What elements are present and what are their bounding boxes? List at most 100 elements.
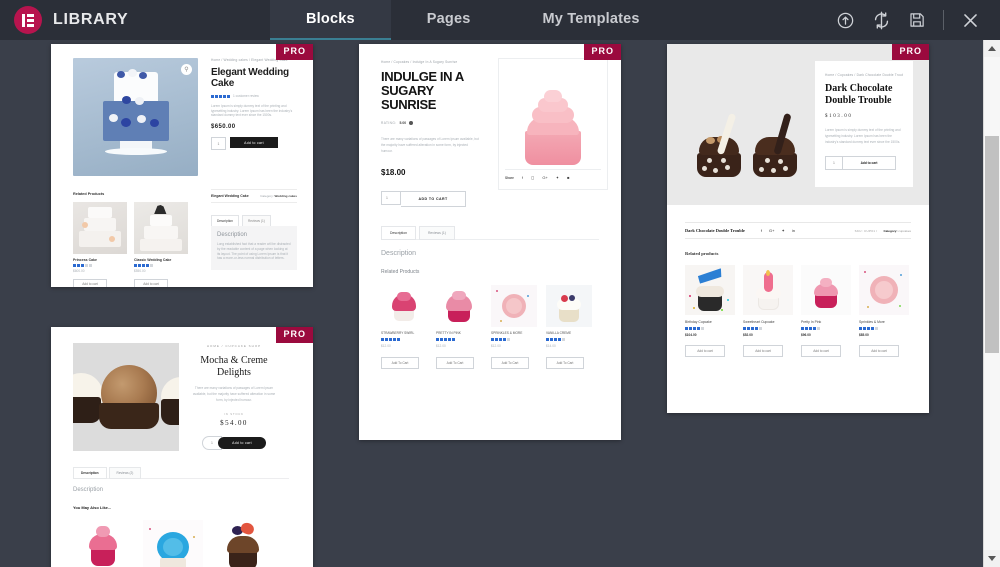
google-plus-icon[interactable]: G+: [542, 175, 547, 180]
twitter-icon[interactable]: ✦: [781, 228, 784, 233]
related-add-to-cart-button[interactable]: Add To Cart: [436, 356, 474, 369]
add-to-cart-button[interactable]: Add to cart: [843, 156, 896, 171]
template-card-mocha-and-creme-delights[interactable]: PRO HOME / CUPCAKE SHOP Mocha & Creme De…: [51, 327, 313, 567]
tab-description[interactable]: Description: [381, 226, 416, 240]
template-preview: Home / Cupcakes / Indulge In A Sugary Su…: [359, 44, 621, 440]
related-product-title: PRETTY IN PINK: [436, 331, 461, 335]
tab-description[interactable]: Description: [73, 467, 107, 479]
zoom-image-icon[interactable]: ⚲: [181, 64, 192, 75]
related-product-item[interactable]: Classic Wedding Cake $550.00 Add to cart: [134, 202, 188, 287]
facebook-icon[interactable]: f: [522, 175, 523, 180]
google-plus-icon[interactable]: G+: [769, 228, 774, 233]
related-add-to-cart-button[interactable]: Add to cart: [685, 345, 725, 357]
tab-reviews[interactable]: Reviews (1): [418, 226, 455, 240]
section-heading: Description: [73, 487, 104, 493]
related-add-to-cart-button[interactable]: Add to cart: [859, 345, 899, 357]
related-product-item[interactable]: Sprinkles & More $85.00 Add to cart: [859, 265, 909, 357]
product-title: INDULGE IN A SUGARY SUNRISE: [381, 69, 464, 112]
related-product-price: $14.00: [546, 344, 556, 348]
linkedin-icon[interactable]: in: [792, 228, 795, 233]
product-hero-image: ⚲: [73, 58, 198, 176]
library-tabs: Blocks Pages My Templates: [270, 0, 676, 40]
twitter-icon[interactable]: ✦: [556, 175, 559, 180]
scrollbar-track[interactable]: [984, 57, 1000, 550]
related-add-to-cart-button[interactable]: Add to cart: [801, 345, 841, 357]
related-add-to-cart-button[interactable]: Add To Cart: [491, 356, 529, 369]
product-hero-image: [73, 343, 179, 451]
tab-description[interactable]: Description: [211, 215, 239, 226]
related-product-title: STRAWBERRY SWIRL: [381, 331, 415, 335]
rating-label: RATING:: [381, 121, 397, 125]
wedding-cake-illustration: [97, 69, 175, 164]
product-title: Elegant Wedding Cake: [211, 67, 289, 89]
related-product-item[interactable]: Sweetheart Cupcake $52.00 Add to cart: [743, 265, 793, 357]
product-meta-title: Elegant Wedding Cake: [211, 194, 249, 198]
quantity-stepper[interactable]: 1: [211, 137, 226, 151]
related-product-item[interactable]: VANILLA CREME $14.00 Add To Cart: [546, 285, 592, 369]
instagram-icon[interactable]: ◻: [531, 175, 534, 180]
quantity-stepper[interactable]: 1: [825, 156, 843, 171]
template-preview: ⚲ Home / Wedding cakes / Elegant Wedding…: [51, 44, 313, 287]
vertical-scrollbar[interactable]: [983, 40, 1000, 567]
related-product-item[interactable]: STRAWBERRY SWIRL $12.00 Add To Cart: [381, 285, 427, 369]
related-product-price: $104.00: [685, 333, 697, 337]
tab-reviews[interactable]: Reviews (1): [241, 215, 271, 226]
chocolate-cupcake-left: [693, 112, 745, 177]
tab-my-templates[interactable]: My Templates: [506, 0, 675, 40]
related-product-item[interactable]: [73, 520, 133, 567]
related-product-title: SPRINKLES & MORE: [491, 331, 523, 335]
add-to-cart-button[interactable]: ADD TO CART: [401, 191, 466, 208]
product-price: $650.00: [211, 124, 236, 131]
product-meta: Elegant Wedding Cake Category: Wedding c…: [211, 189, 297, 271]
templates-grid-area[interactable]: PRO ⚲ Home / Wedding cakes / Elegant Wed…: [0, 40, 983, 567]
scroll-down-arrow-icon[interactable]: [984, 550, 1000, 567]
related-product-item[interactable]: [143, 520, 203, 567]
related-product-item[interactable]: Princess Cake $600.00 Add to cart: [73, 202, 127, 287]
quantity-stepper[interactable]: 1: [381, 191, 401, 206]
product-meta-title: Dark Chocolate Double Trouble: [685, 228, 745, 233]
tab-blocks[interactable]: Blocks: [270, 0, 391, 40]
template-preview: HOME / CUPCAKE SHOP Mocha & Creme Deligh…: [51, 327, 313, 567]
close-library-button[interactable]: [952, 0, 988, 40]
sync-library-button[interactable]: [863, 0, 899, 40]
related-product-stars: [859, 327, 909, 330]
related-add-to-cart-button[interactable]: Add to cart: [73, 278, 107, 287]
scroll-up-arrow-icon[interactable]: [984, 40, 1000, 57]
related-product-item[interactable]: PRETTY IN PINK $12.00 Add To Cart: [436, 285, 482, 369]
related-product-stars: [381, 338, 427, 341]
add-to-cart-button[interactable]: Add to cart: [230, 137, 278, 149]
related-add-to-cart-button[interactable]: Add To Cart: [381, 356, 419, 369]
related-add-to-cart-button[interactable]: Add to cart: [743, 345, 783, 357]
pro-badge: PRO: [584, 44, 621, 60]
template-card-indulge-in-a-sugary-sunrise[interactable]: PRO Home / Cupcakes / Indulge In A Sugar…: [359, 44, 621, 440]
scrollbar-thumb[interactable]: [985, 135, 999, 353]
related-product-item[interactable]: Pretty In Pink $96.00 Add to cart: [801, 265, 851, 357]
add-to-cart-button[interactable]: Add to cart: [218, 436, 266, 449]
related-product-price: $96.00: [801, 333, 811, 337]
template-card-dark-chocolate-double-trouble[interactable]: PRO Home / Cupcakes / Dark Chocolate Dou…: [667, 44, 929, 413]
related-add-to-cart-button[interactable]: Add To Cart: [546, 356, 584, 369]
related-product-item[interactable]: [213, 520, 273, 567]
facebook-icon[interactable]: f: [761, 228, 762, 233]
product-summary: HOME / CUPCAKE SHOP Mocha & Creme Deligh…: [179, 343, 289, 451]
related-product-stars: [743, 327, 793, 330]
template-card-elegant-wedding-cake[interactable]: PRO ⚲ Home / Wedding cakes / Elegant Wed…: [51, 44, 313, 287]
related-product-item[interactable]: Birthday Cupcake $104.00 Add to cart: [685, 265, 735, 357]
breadcrumb: HOME / CUPCAKE SHOP: [206, 344, 262, 349]
save-template-button[interactable]: [899, 0, 935, 40]
linkedin-icon[interactable]: ■: [567, 175, 569, 180]
related-product-stars: [546, 338, 592, 341]
related-add-to-cart-button[interactable]: Add to cart: [134, 278, 168, 287]
import-template-button[interactable]: [827, 0, 863, 40]
related-product-price: $600.00: [73, 269, 85, 273]
product-summary: Home / Cupcakes / Indulge In A Sugary Su…: [381, 60, 481, 208]
related-product-title: Pretty In Pink: [801, 320, 822, 324]
elementor-logo-icon: [14, 6, 42, 34]
related-product-item[interactable]: SPRINKLES & MORE $12.00 Add To Cart: [491, 285, 537, 369]
rating-value: 5.00: [399, 121, 407, 125]
share-bar: Share f ◻ G+ ✦ ■: [505, 169, 601, 183]
related-product-title: Classic Wedding Cake: [134, 258, 172, 262]
tab-pages[interactable]: Pages: [391, 0, 507, 40]
tab-reviews[interactable]: Reviews (2): [108, 467, 142, 479]
share-label: Share: [505, 175, 514, 180]
